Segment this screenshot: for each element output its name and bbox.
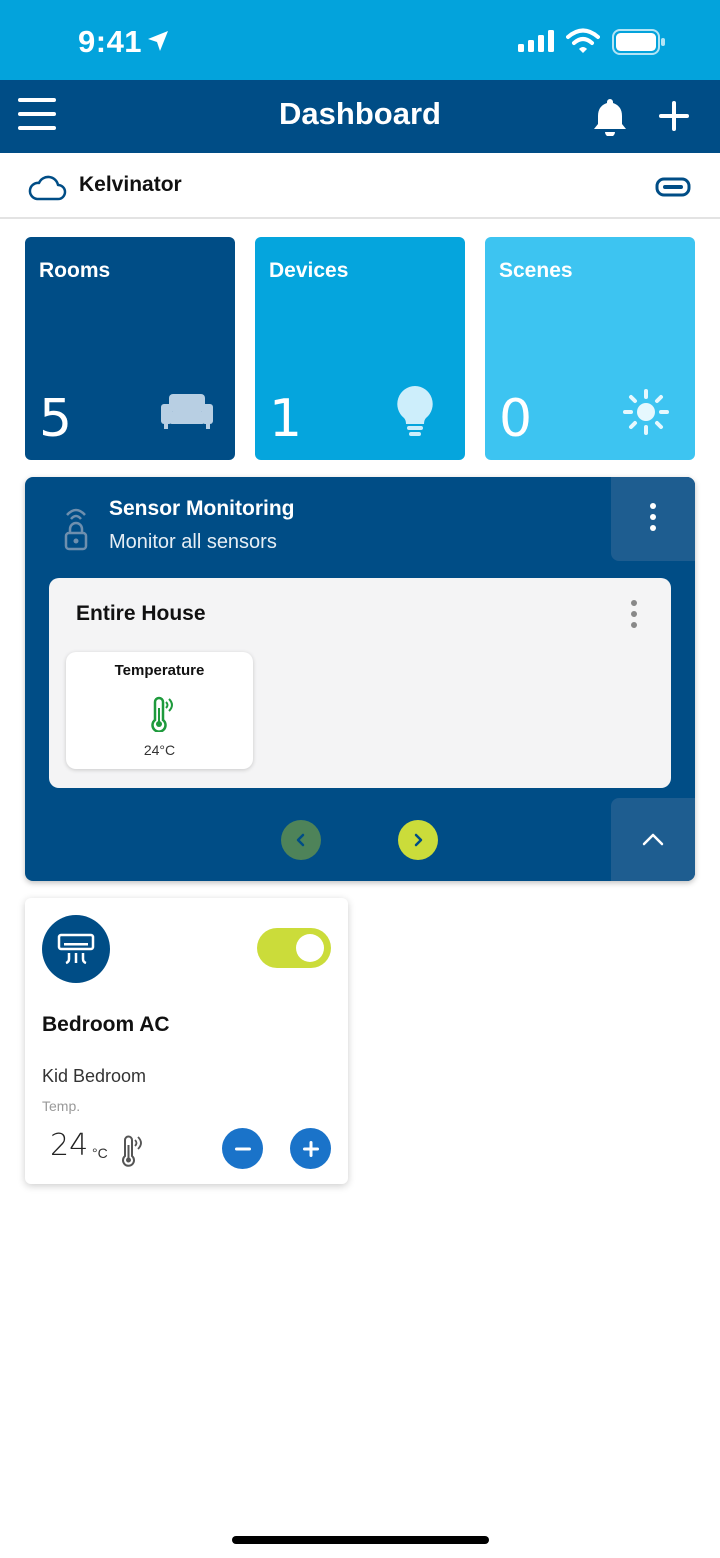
devices-tile[interactable]: Devices 1 xyxy=(255,237,465,460)
sofa-icon xyxy=(161,394,213,429)
entire-house-panel: Entire House Temperature 24°C xyxy=(49,578,671,788)
sensor-monitoring-card: Sensor Monitoring Monitor all sensors En… xyxy=(25,477,695,881)
thermometer-icon xyxy=(122,1135,142,1167)
scenes-count: 0 xyxy=(499,389,533,449)
decrease-temp-button[interactable] xyxy=(222,1128,263,1169)
notification-bell-icon[interactable] xyxy=(590,96,630,136)
toggle-knob xyxy=(296,934,324,962)
cloud-icon xyxy=(28,175,67,201)
tile-label: Rooms xyxy=(39,259,111,282)
sensor-card-subtitle: Monitor all sensors xyxy=(109,531,277,553)
sensor-value: 24°C xyxy=(143,742,176,758)
home-name: Kelvinator xyxy=(79,173,182,196)
status-bar: 9:41 xyxy=(0,0,720,80)
sensor-group-title: Entire House xyxy=(76,602,206,625)
wireless-lock-icon xyxy=(64,508,88,551)
wifi-icon xyxy=(566,28,600,53)
group-more-icon[interactable] xyxy=(631,600,637,633)
device-temp-value: 24 xyxy=(50,1128,89,1163)
sensor-card-title: Sensor Monitoring xyxy=(109,497,295,520)
device-temp-unit: °C xyxy=(92,1145,108,1161)
device-icon-badge xyxy=(42,915,110,983)
chevron-right-icon xyxy=(414,833,423,847)
tile-label: Scenes xyxy=(499,259,573,282)
scenes-tile[interactable]: Scenes 0 xyxy=(485,237,695,460)
minus-icon xyxy=(235,1147,251,1151)
device-card[interactable]: Bedroom AC Kid Bedroom Temp. 24 °C xyxy=(25,898,348,1184)
increase-temp-button[interactable] xyxy=(290,1128,331,1169)
status-time: 9:41 xyxy=(78,24,143,59)
power-toggle[interactable] xyxy=(257,928,331,968)
rooms-count: 5 xyxy=(39,389,73,449)
collapse-button[interactable] xyxy=(611,798,695,881)
thermometer-icon xyxy=(151,696,173,732)
battery-icon xyxy=(612,29,665,55)
add-icon[interactable] xyxy=(656,98,692,134)
device-temp-label: Temp. xyxy=(42,1098,81,1114)
home-selector[interactable]: Kelvinator xyxy=(0,153,720,219)
sensor-more-button[interactable] xyxy=(611,477,695,561)
previous-page-button[interactable] xyxy=(281,820,321,860)
temperature-sensor-tile[interactable]: Temperature 24°C xyxy=(66,652,253,769)
tile-label: Devices xyxy=(269,259,349,282)
sensor-label: Temperature xyxy=(114,662,205,679)
location-arrow-icon xyxy=(148,31,168,51)
switch-home-icon[interactable] xyxy=(655,175,691,199)
bulb-icon xyxy=(397,386,433,436)
devices-count: 1 xyxy=(269,389,303,449)
chevron-up-icon xyxy=(642,833,664,846)
device-name: Bedroom AC xyxy=(42,1013,170,1036)
cellular-signal-icon xyxy=(518,30,554,52)
chevron-left-icon xyxy=(296,833,305,847)
app-header: Dashboard xyxy=(0,80,720,153)
home-indicator xyxy=(232,1536,489,1544)
device-room: Kid Bedroom xyxy=(42,1066,147,1086)
plus-icon xyxy=(303,1141,319,1157)
air-conditioner-icon xyxy=(57,933,95,965)
next-page-button[interactable] xyxy=(398,820,438,860)
sun-icon xyxy=(623,389,669,435)
more-vertical-icon xyxy=(650,503,656,536)
rooms-tile[interactable]: Rooms 5 xyxy=(25,237,235,460)
